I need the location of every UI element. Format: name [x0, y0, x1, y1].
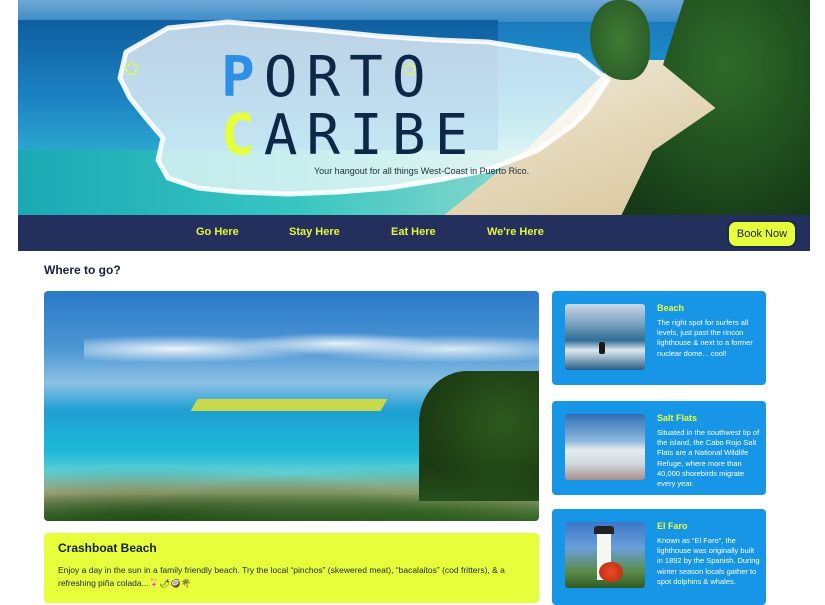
card-title: Salt Flats [657, 413, 698, 423]
card-title: El Faro [657, 521, 688, 531]
site-tagline: Your hangout for all things West-Coast i… [314, 166, 530, 176]
card-description: Known as “El Faro”, the lighthouse was o… [657, 536, 760, 586]
site-title-line-1: PORTO [221, 45, 435, 110]
foliage [44, 451, 539, 521]
lighthouse-top [594, 526, 614, 534]
nav-were-here[interactable]: We're Here [487, 226, 544, 238]
card-description: Situated in the southwest tip of the isl… [657, 428, 760, 489]
nav-stay-here[interactable]: Stay Here [289, 226, 340, 238]
card-title: Beach [657, 303, 685, 313]
card-beach[interactable]: Beach The right spot for surfers all lev… [552, 291, 766, 385]
hero-banner: ✩ ✩ PORTO CARIBE Your hangout for all th… [18, 0, 810, 216]
card-description: The right spot for surfers all levels, j… [657, 318, 753, 358]
salt-flats-image [565, 414, 645, 480]
clouds [84, 316, 539, 371]
main-nav: Go Here Stay Here Eat Here We're Here Bo… [18, 215, 810, 251]
star-icon: ✩ [122, 56, 141, 81]
nav-go-here[interactable]: Go Here [196, 226, 239, 238]
book-now-button[interactable]: Book Now [727, 220, 797, 248]
surfer [599, 342, 605, 354]
surfer-image [565, 304, 645, 370]
crashboat-beach-image [44, 291, 539, 521]
pier [190, 399, 388, 411]
site-title-line-2: CARIBE [221, 103, 478, 168]
red-flower [599, 562, 623, 582]
nav-eat-here[interactable]: Eat Here [391, 226, 436, 238]
card-el-faro[interactable]: El Faro Known as “El Faro”, the lighthou… [552, 509, 766, 605]
feature-description: Enjoy a day in the sun in a family frien… [58, 565, 505, 588]
lighthouse-image [565, 522, 645, 588]
card-salt-flats[interactable]: Salt Flats Situated in the southwest tip… [552, 401, 766, 495]
section-title: Where to go? [44, 263, 121, 277]
feature-title: Crashboat Beach [58, 541, 157, 555]
